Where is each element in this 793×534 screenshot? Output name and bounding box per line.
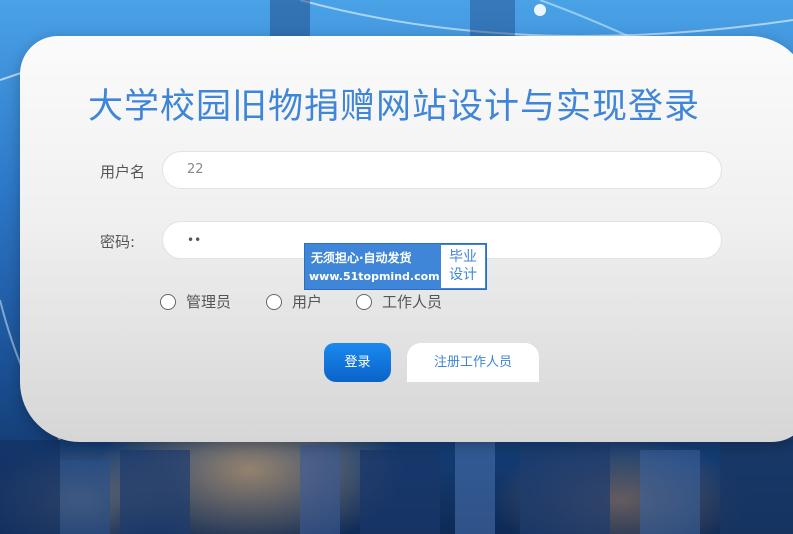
username-input[interactable]: 22 xyxy=(162,151,722,189)
role-label-user: 用户 xyxy=(292,293,323,311)
radio-admin[interactable] xyxy=(160,293,176,310)
login-button[interactable]: 登录 xyxy=(324,343,391,382)
watermark-tag-line1: 毕业 xyxy=(449,249,477,265)
radio-staff[interactable] xyxy=(356,293,372,310)
watermark-tag-line2: 设计 xyxy=(449,267,477,283)
watermark-slogan: 无须担心·自动发货 xyxy=(311,251,412,265)
radio-user[interactable] xyxy=(266,293,282,310)
role-option-staff[interactable]: 工作人员 xyxy=(356,291,442,312)
password-label: 密码: xyxy=(100,233,136,251)
watermark-url: www.51topmind.com xyxy=(309,270,440,283)
watermark-text-block: 无须担心·自动发货 www.51topmind.com xyxy=(305,244,440,289)
watermark-tag: 毕业 设计 xyxy=(441,245,485,288)
role-option-user[interactable]: 用户 xyxy=(266,291,322,312)
register-staff-button[interactable]: 注册工作人员 xyxy=(407,343,539,382)
role-label-admin: 管理员 xyxy=(186,293,232,311)
username-label: 用户名 xyxy=(100,163,146,181)
watermark-badge: 无须担心·自动发货 www.51topmind.com 毕业 设计 xyxy=(304,243,487,290)
role-label-staff: 工作人员 xyxy=(382,293,443,311)
role-option-admin[interactable]: 管理员 xyxy=(160,291,231,312)
page-title: 大学校园旧物捐赠网站设计与实现登录 xyxy=(88,87,701,127)
